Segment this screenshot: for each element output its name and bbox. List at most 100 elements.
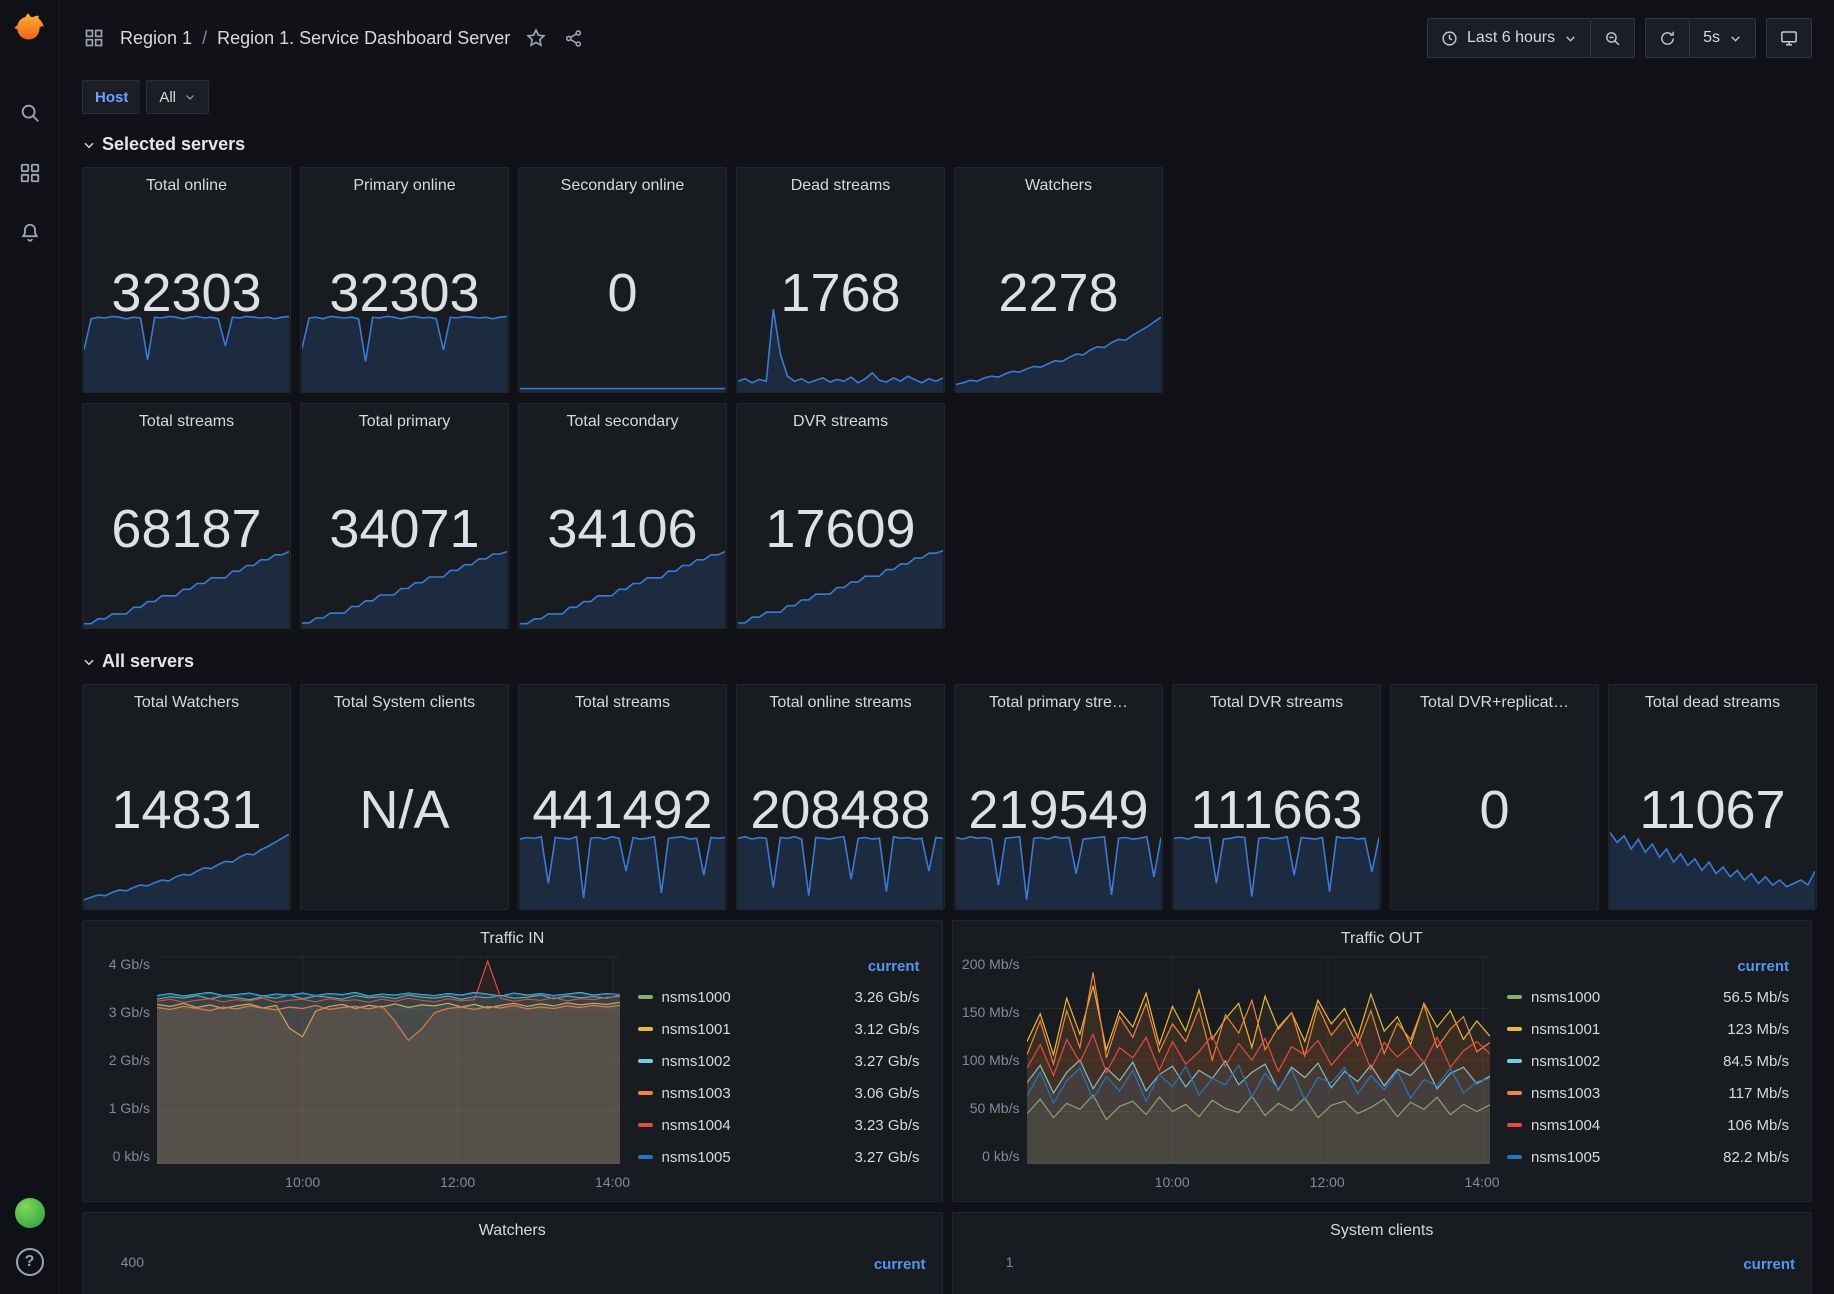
y-axis-tick: 2 Gb/s: [89, 1052, 150, 1068]
zoom-out-button[interactable]: [1591, 18, 1635, 58]
breadcrumb-folder[interactable]: Region 1: [120, 28, 192, 49]
y-axis-tick: 200 Mb/s: [959, 956, 1020, 972]
stat-panel-title[interactable]: Watchers: [955, 177, 1162, 195]
help-icon[interactable]: ?: [16, 1248, 44, 1276]
legend-row: nsms1004 3.23 Gb/s: [638, 1109, 926, 1141]
series-name[interactable]: nsms1004: [1531, 1117, 1600, 1134]
stat-value: 68187: [83, 498, 290, 560]
stat-panel-title[interactable]: Total DVR+replicat…: [1391, 694, 1598, 712]
section-title: Selected servers: [102, 134, 245, 155]
stat-panel-total-secondary: Total secondary 34106: [518, 403, 727, 629]
refresh-interval-label: 5s: [1703, 29, 1720, 47]
stat-panel-total-dvr-streams: Total DVR streams 111663: [1172, 684, 1381, 910]
panel-title[interactable]: System clients: [953, 1222, 1812, 1240]
zoom-out-icon: [1604, 30, 1621, 47]
stat-value: 17609: [737, 498, 944, 560]
stat-panel-total-streams: Total streams 441492: [518, 684, 727, 910]
series-color-swatch: [638, 995, 653, 999]
panel-watchers: Watchers 400 current: [82, 1212, 943, 1294]
panel-title[interactable]: Watchers: [83, 1222, 942, 1240]
stat-panel-total-online: Total online 32303: [82, 167, 291, 393]
share-icon[interactable]: [562, 27, 585, 50]
legend-row: nsms1001 123 Mb/s: [1507, 1013, 1795, 1045]
section-all-servers[interactable]: All servers: [82, 639, 1812, 684]
stat-panel-title[interactable]: Total secondary: [519, 413, 726, 431]
series-name[interactable]: nsms1004: [662, 1117, 731, 1134]
grafana-logo[interactable]: [13, 12, 47, 51]
alerting-bell-icon[interactable]: [8, 211, 52, 255]
series-name[interactable]: nsms1000: [1531, 989, 1600, 1006]
variable-host-value-dropdown[interactable]: All: [146, 80, 209, 114]
series-color-swatch: [1507, 1123, 1522, 1127]
series-name[interactable]: nsms1005: [662, 1149, 731, 1166]
bottom-row: Watchers 400 current System clients 1 cu…: [82, 1212, 1812, 1294]
submenu: Host All: [60, 76, 1834, 122]
panel-traffic-in: Traffic IN 4 Gb/s3 Gb/s2 Gb/s1 Gb/s0 kb/…: [82, 920, 943, 1202]
y-axis-tick: 1 Gb/s: [89, 1100, 150, 1116]
panel-title[interactable]: Traffic IN: [83, 930, 942, 948]
star-icon[interactable]: [524, 26, 548, 50]
stat-panel-title[interactable]: Total online: [83, 177, 290, 195]
stat-panel-title[interactable]: Total streams: [83, 413, 290, 431]
stat-panel-title[interactable]: Dead streams: [737, 177, 944, 195]
dashboards-icon[interactable]: [8, 151, 52, 195]
stat-panel-total-system-clients: Total System clients N/A: [300, 684, 509, 910]
stat-panel-title[interactable]: Total dead streams: [1609, 694, 1816, 712]
search-icon[interactable]: [8, 91, 52, 135]
stat-panel-title[interactable]: DVR streams: [737, 413, 944, 431]
stat-panel-title[interactable]: Secondary online: [519, 177, 726, 195]
series-name[interactable]: nsms1001: [662, 1021, 731, 1038]
dashboard-grid-icon[interactable]: [82, 26, 106, 50]
stat-panel-title[interactable]: Total online streams: [737, 694, 944, 712]
refresh-button[interactable]: [1645, 18, 1690, 58]
series-name[interactable]: nsms1005: [1531, 1149, 1600, 1166]
kiosk-mode-button[interactable]: [1766, 18, 1812, 58]
stat-panel-title[interactable]: Total primary stre…: [955, 694, 1162, 712]
stat-value: 0: [519, 262, 726, 324]
legend-row: nsms1000 56.5 Mb/s: [1507, 981, 1795, 1013]
user-avatar[interactable]: [15, 1198, 45, 1228]
stat-panel-title[interactable]: Total System clients: [301, 694, 508, 712]
y-axis-tick: 0 kb/s: [959, 1148, 1020, 1164]
panel-traffic-out: Traffic OUT 200 Mb/s150 Mb/s100 Mb/s50 M…: [952, 920, 1813, 1202]
stat-value: 441492: [519, 779, 726, 841]
section-title: All servers: [102, 651, 194, 672]
series-color-swatch: [1507, 1155, 1522, 1159]
series-name[interactable]: nsms1003: [1531, 1085, 1600, 1102]
refresh-icon: [1659, 30, 1676, 47]
refresh-interval-picker[interactable]: 5s: [1690, 18, 1756, 58]
x-axis-tick: 10:00: [285, 1174, 320, 1190]
series-current-value: 3.27 Gb/s: [854, 1149, 925, 1166]
legend: current nsms1000 56.5 Mb/s nsms1001 123 …: [1489, 956, 1801, 1190]
legend-current-header: current: [620, 1254, 932, 1279]
dashboard: Selected servers Total online 32303 Prim…: [60, 122, 1834, 1294]
series-current-value: 3.06 Gb/s: [854, 1085, 925, 1102]
stat-panel-title[interactable]: Total Watchers: [83, 694, 290, 712]
stat-panel-title[interactable]: Total streams: [519, 694, 726, 712]
timeseries-plot[interactable]: [157, 956, 620, 1164]
legend: current nsms1000 3.26 Gb/s nsms1001 3.12…: [620, 956, 932, 1190]
series-name[interactable]: nsms1001: [1531, 1021, 1600, 1038]
stat-panel-dead-streams: Dead streams 1768: [736, 167, 945, 393]
panel-title[interactable]: Traffic OUT: [953, 930, 1812, 948]
y-axis-tick: 0 kb/s: [89, 1148, 150, 1164]
stat-panel-primary-online: Primary online 32303: [300, 167, 509, 393]
stat-panel-title[interactable]: Primary online: [301, 177, 508, 195]
x-axis-tick: 12:00: [440, 1174, 475, 1190]
series-name[interactable]: nsms1002: [662, 1053, 731, 1070]
legend-row: nsms1003 117 Mb/s: [1507, 1077, 1795, 1109]
stat-panel-title[interactable]: Total DVR streams: [1173, 694, 1380, 712]
x-axis-tick: 14:00: [595, 1174, 630, 1190]
section-selected-servers[interactable]: Selected servers: [82, 122, 1812, 167]
series-name[interactable]: nsms1002: [1531, 1053, 1600, 1070]
breadcrumb-dashboard-title[interactable]: Region 1. Service Dashboard Server: [217, 28, 510, 49]
stat-panel-title[interactable]: Total primary: [301, 413, 508, 431]
series-current-value: 123 Mb/s: [1727, 1021, 1795, 1038]
stat-value: 14831: [83, 779, 290, 841]
series-name[interactable]: nsms1003: [662, 1085, 731, 1102]
y-axis-tick: 50 Mb/s: [959, 1100, 1020, 1116]
series-current-value: 3.27 Gb/s: [854, 1053, 925, 1070]
series-name[interactable]: nsms1000: [662, 989, 731, 1006]
time-range-picker[interactable]: Last 6 hours: [1427, 18, 1591, 58]
timeseries-plot[interactable]: [1027, 956, 1490, 1164]
